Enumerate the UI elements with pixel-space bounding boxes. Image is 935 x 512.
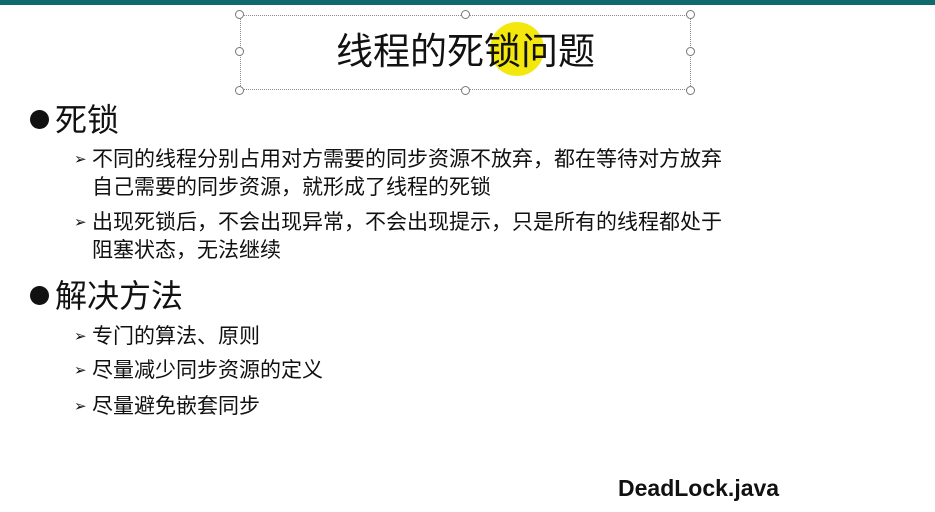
filled-circle-bullet-icon: [30, 286, 49, 305]
resize-handle-top-center[interactable]: [461, 10, 470, 19]
filename-label: DeadLock.java: [618, 475, 780, 501]
resize-handle-top-right[interactable]: [686, 10, 695, 19]
section-heading-solution: 解决方法: [30, 276, 183, 316]
top-accent-bar: [0, 0, 935, 5]
resize-handle-top-left[interactable]: [235, 10, 244, 19]
list-item: ➢ 尽量避免嵌套同步: [74, 392, 904, 420]
resize-handle-bottom-right[interactable]: [686, 86, 695, 95]
list-item-text-continued: 自己需要的同步资源，就形成了线程的死锁: [92, 175, 491, 199]
list-item-text-continued: 阻塞状态，无法继续: [92, 238, 281, 262]
resize-handle-bottom-center[interactable]: [461, 86, 470, 95]
list-item-text: 专门的算法、原则: [92, 324, 260, 348]
arrowhead-bullet-icon: ➢: [74, 150, 87, 168]
list-item-text: 尽量避免嵌套同步: [92, 394, 260, 418]
list-item: ➢ 出现死锁后，不会出现异常，不会出现提示，只是所有的线程都处于 阻塞状态，无法继…: [74, 208, 904, 264]
list-item-text: 尽量减少同步资源的定义: [92, 358, 323, 382]
list-item: ➢ 尽量减少同步资源的定义: [74, 356, 904, 384]
resize-handle-bottom-left[interactable]: [235, 86, 244, 95]
arrowhead-bullet-icon: ➢: [74, 327, 87, 345]
slide-title[interactable]: 线程的死锁问题: [240, 26, 691, 78]
filled-circle-bullet-icon: [30, 110, 49, 129]
section-heading-text: 解决方法: [55, 277, 184, 315]
list-item-text: 不同的线程分别占用对方需要的同步资源不放弃，都在等待对方放弃: [92, 147, 722, 171]
list-item: ➢ 专门的算法、原则: [74, 322, 904, 350]
arrowhead-bullet-icon: ➢: [74, 213, 87, 231]
section-heading-deadlock: 死锁: [30, 100, 119, 140]
arrowhead-bullet-icon: ➢: [74, 361, 87, 379]
section-heading-text: 死锁: [55, 101, 120, 139]
arrowhead-bullet-icon: ➢: [74, 397, 87, 415]
list-item: ➢ 不同的线程分别占用对方需要的同步资源不放弃，都在等待对方放弃 自己需要的同步资…: [74, 145, 904, 201]
list-item-text: 出现死锁后，不会出现异常，不会出现提示，只是所有的线程都处于: [92, 210, 722, 234]
